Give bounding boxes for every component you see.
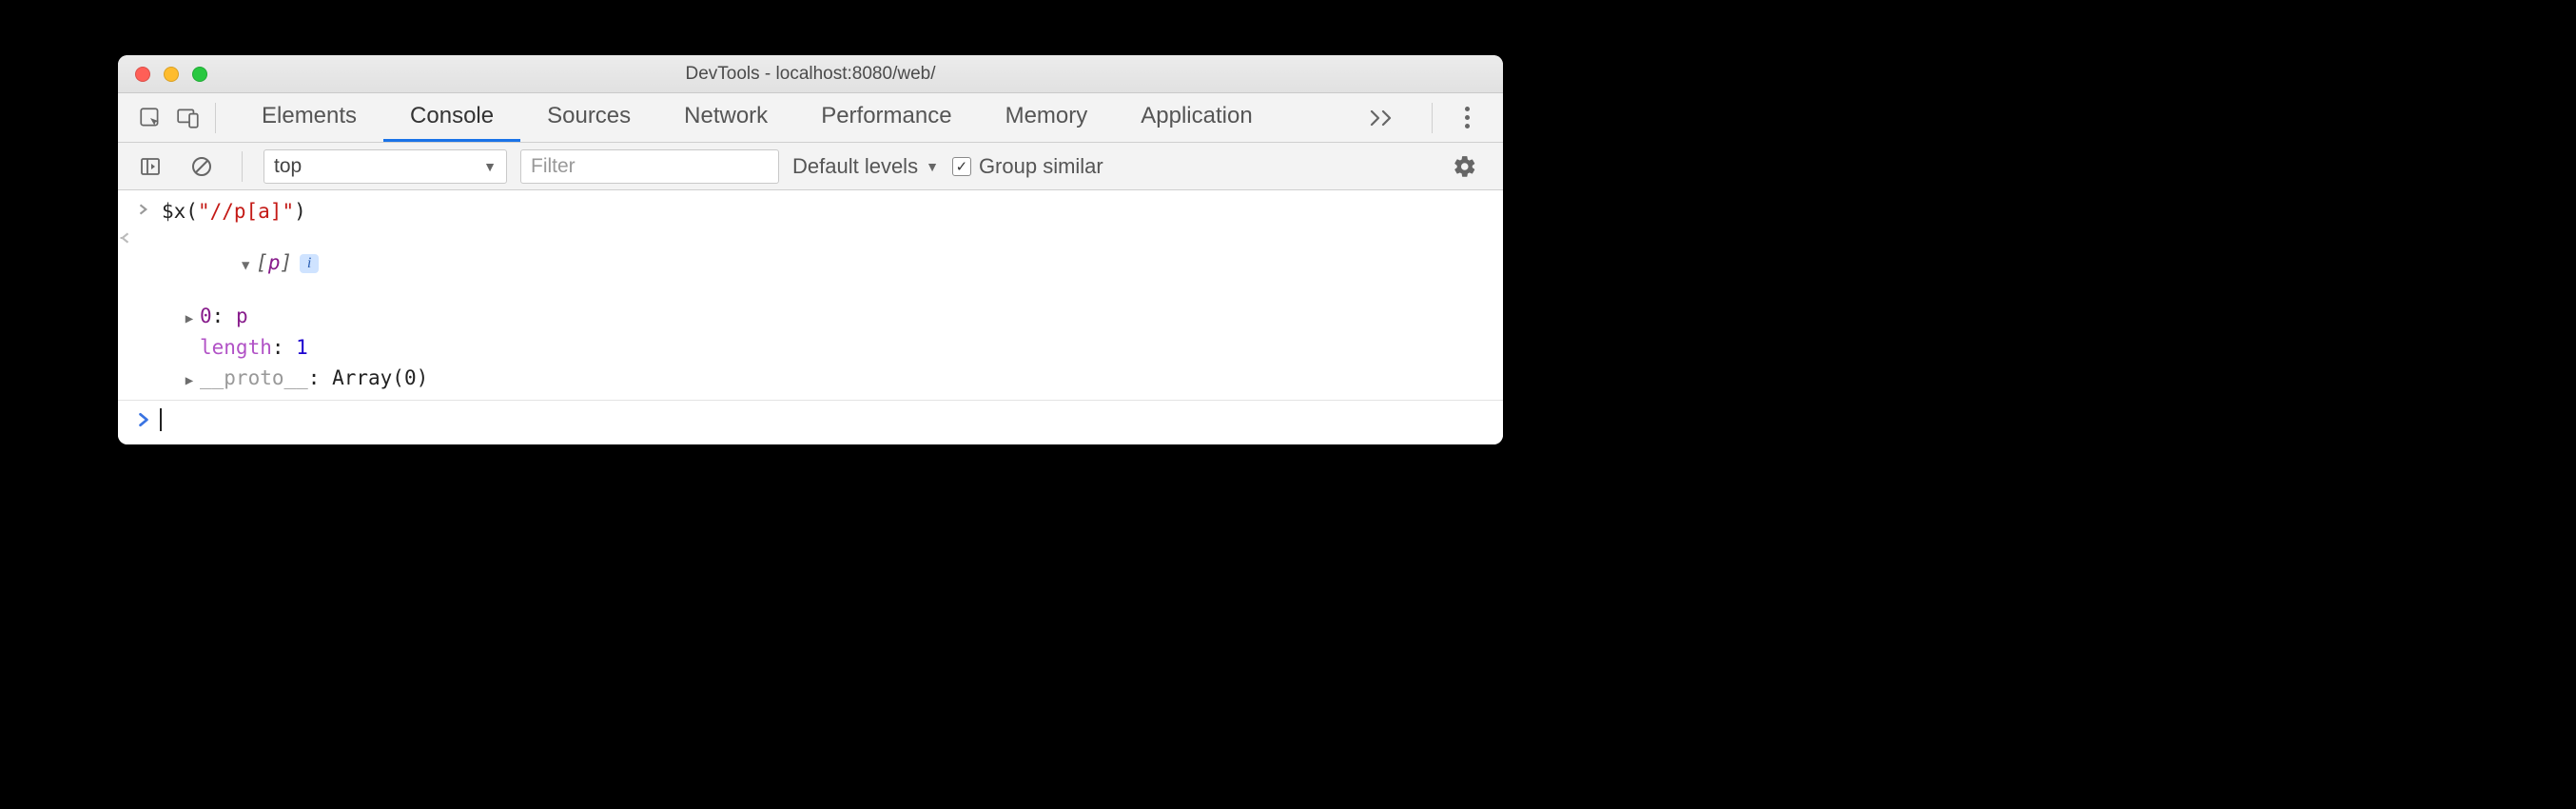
tab-label: Sources	[547, 103, 631, 129]
entry-value: p	[236, 305, 248, 327]
tab-network[interactable]: Network	[657, 93, 794, 142]
tab-label: Application	[1141, 103, 1252, 129]
token-fn: $x	[162, 200, 185, 223]
chevron-down-icon: ▼	[483, 159, 497, 174]
array-proto[interactable]: ▶__proto__: Array(0)	[118, 363, 1503, 394]
levels-label: Default levels	[792, 154, 918, 179]
prompt-caret-icon	[137, 412, 158, 427]
chevron-down-icon: ▼	[926, 159, 939, 174]
devtools-window: DevTools - localhost:8080/web/ Elements …	[118, 55, 1503, 444]
tab-label: Memory	[1005, 103, 1088, 129]
tab-memory[interactable]: Memory	[979, 93, 1115, 142]
console-output: $x("//p[a]") ▼[p]i ▶0: p ▶length: 1 ▶__p…	[118, 190, 1503, 444]
device-toggle-icon[interactable]	[169, 99, 207, 137]
console-toolbar: top ▼ Default levels ▼ ✓ Group similar	[118, 143, 1503, 190]
panel-tabs: Elements Console Sources Network Perform…	[235, 93, 1279, 142]
tab-label: Network	[684, 103, 768, 129]
bracket-open: [	[256, 251, 268, 274]
main-toolbar: Elements Console Sources Network Perform…	[118, 93, 1503, 143]
token-string: "//p[a]"	[198, 200, 294, 223]
context-label: top	[274, 155, 302, 178]
clear-console-icon[interactable]	[183, 148, 221, 186]
window-title: DevTools - localhost:8080/web/	[118, 64, 1503, 85]
group-similar-toggle[interactable]: ✓ Group similar	[952, 154, 1103, 179]
disclosure-open-icon[interactable]: ▼	[239, 258, 252, 273]
tab-application[interactable]: Application	[1114, 93, 1278, 142]
tab-label: Performance	[821, 103, 951, 129]
window-titlebar: DevTools - localhost:8080/web/	[118, 55, 1503, 93]
devtools-menu-icon[interactable]	[1450, 101, 1484, 135]
entry-key: __proto__	[200, 366, 308, 389]
output-caret-icon	[118, 228, 141, 245]
tab-performance[interactable]: Performance	[794, 93, 978, 142]
filter-input[interactable]	[520, 149, 779, 184]
tab-console[interactable]: Console	[383, 93, 520, 142]
console-prompt[interactable]	[118, 401, 1503, 444]
text-cursor	[160, 408, 162, 431]
separator	[242, 151, 243, 182]
entry-key: 0	[200, 305, 212, 327]
entry-value: Array(0)	[332, 366, 428, 389]
group-similar-label: Group similar	[979, 154, 1103, 179]
info-icon[interactable]: i	[300, 254, 319, 273]
entry-key: length	[200, 336, 272, 359]
console-input-echo: $x("//p[a]")	[118, 198, 1503, 227]
input-caret-icon	[137, 200, 160, 216]
toggle-sidebar-icon[interactable]	[131, 148, 169, 186]
tab-label: Elements	[262, 103, 357, 129]
log-levels-select[interactable]: Default levels ▼	[792, 154, 939, 179]
window-minimize-button[interactable]	[164, 67, 179, 82]
array-entry[interactable]: ▶0: p	[118, 301, 1503, 332]
inspect-element-icon[interactable]	[131, 99, 169, 137]
console-result[interactable]: ▼ [p] i	[118, 227, 1503, 301]
window-zoom-button[interactable]	[192, 67, 207, 82]
tab-sources[interactable]: Sources	[520, 93, 657, 142]
console-settings-icon[interactable]	[1446, 148, 1484, 186]
array-summary[interactable]: ▼ [p] i	[141, 228, 319, 297]
array-length: ▶length: 1	[118, 332, 1503, 364]
tab-elements[interactable]: Elements	[235, 93, 383, 142]
more-tabs-icon[interactable]	[1352, 109, 1415, 127]
entry-value: 1	[296, 336, 308, 359]
tab-label: Console	[410, 103, 494, 129]
bracket-close: ]	[280, 251, 292, 274]
window-close-button[interactable]	[135, 67, 150, 82]
window-controls	[118, 67, 207, 82]
disclosure-closed-icon[interactable]: ▶	[183, 371, 196, 392]
checkbox-checked-icon[interactable]: ✓	[952, 157, 971, 176]
array-item-preview: p	[268, 251, 281, 274]
execution-context-select[interactable]: top ▼	[263, 149, 507, 184]
disclosure-closed-icon[interactable]: ▶	[183, 309, 196, 330]
console-expression: $x("//p[a]")	[160, 200, 306, 223]
separator	[1432, 103, 1433, 133]
separator	[215, 103, 216, 133]
